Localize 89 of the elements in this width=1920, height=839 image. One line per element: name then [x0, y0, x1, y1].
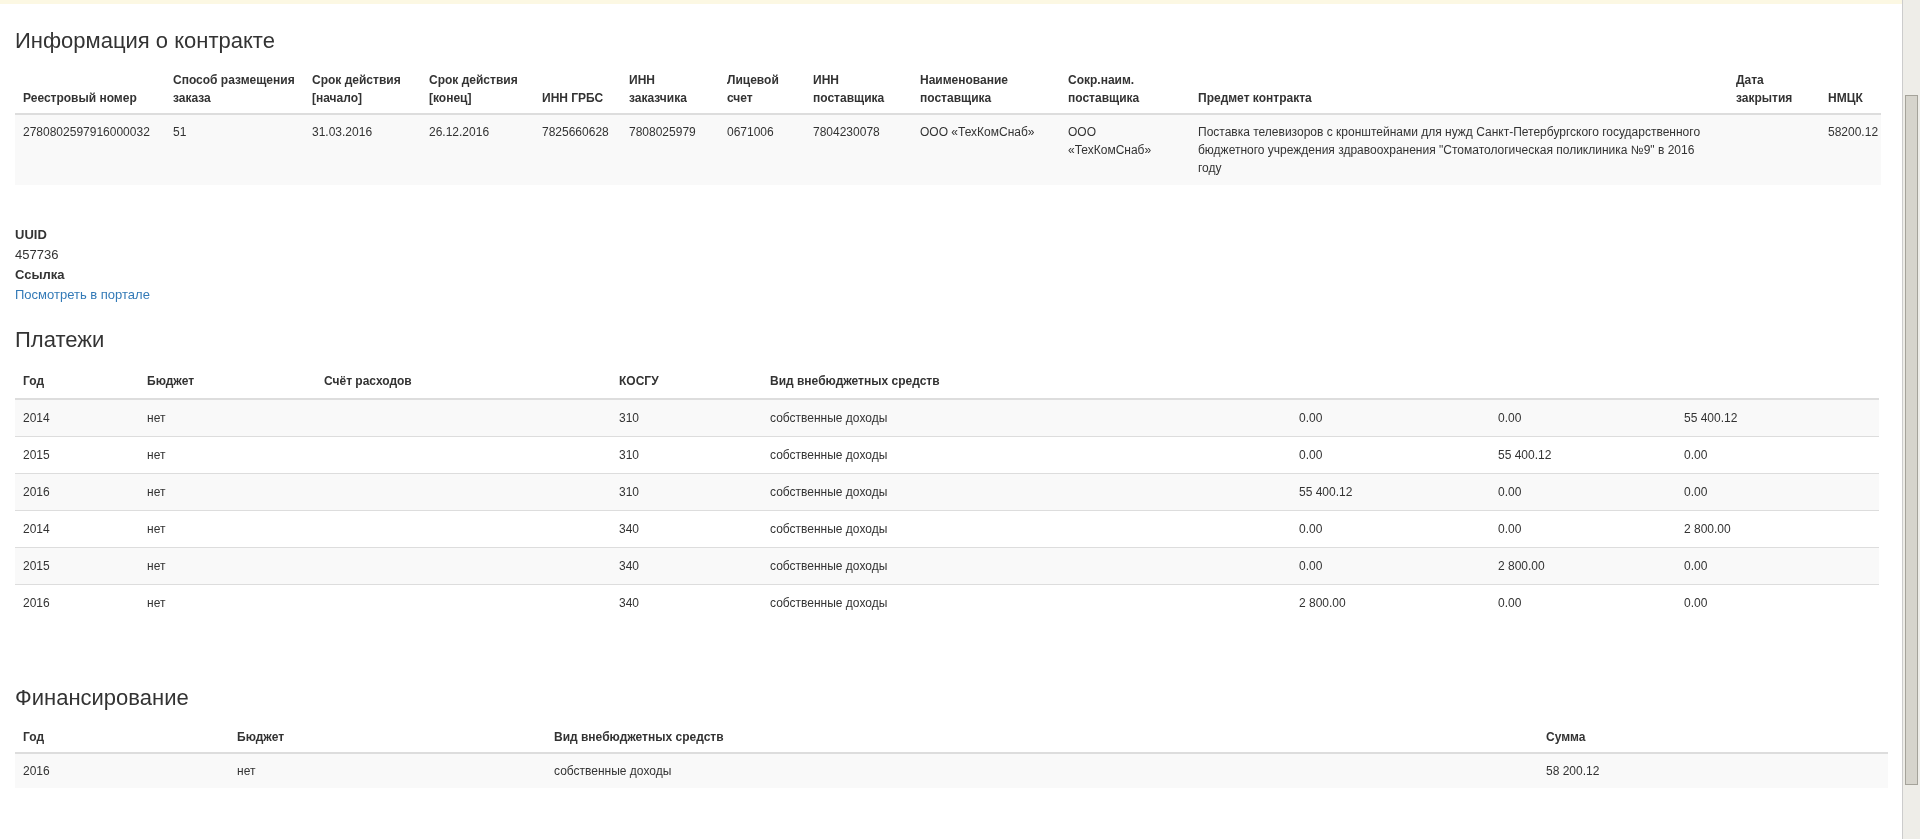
table-cell: собственные доходы: [770, 411, 888, 425]
column-header: Реестровый номер: [23, 91, 137, 105]
table-cell: 0.00: [1299, 448, 1323, 462]
column-header: Счёт расходов: [324, 374, 412, 388]
column-header: Срок действия [начало]: [312, 73, 401, 105]
detail-label: Ссылка: [15, 266, 65, 284]
table-cell: 0.00: [1498, 596, 1522, 610]
portal-link[interactable]: Посмотреть в портале: [15, 285, 150, 305]
table-cell: нет: [147, 522, 166, 536]
table-cell: ООО «ТехКомСнаб»: [920, 125, 1035, 139]
column-header: Вид внебюджетных средств: [770, 374, 940, 388]
table-cell: нет: [147, 485, 166, 499]
column-header: Бюджет: [237, 730, 285, 744]
table-cell: 0.00: [1498, 522, 1522, 536]
column-header: ИНН поставщика: [813, 73, 885, 105]
scrollbar[interactable]: [1902, 0, 1920, 839]
table-cell: нет: [147, 559, 166, 573]
table-cell: 340: [619, 559, 640, 573]
table-cell: 7804230078: [813, 125, 880, 139]
detail-label: UUID: [15, 226, 47, 244]
table-cell: 2014: [23, 522, 50, 536]
table-cell: 7808025979: [629, 125, 696, 139]
table-cell: 2015: [23, 448, 50, 462]
table-cell: 2 800.00: [1299, 596, 1346, 610]
table-cell: 0.00: [1684, 559, 1708, 573]
table-cell: собственные доходы: [770, 559, 888, 573]
table-cell: 0.00: [1498, 485, 1522, 499]
column-header: Сумма: [1546, 730, 1586, 744]
table-cell: 58200.12: [1828, 125, 1879, 139]
column-header: Лицевой счет: [727, 73, 779, 105]
table-cell: 0671006: [727, 125, 774, 139]
table-cell: 0.00: [1684, 596, 1708, 610]
table-cell: 2015: [23, 559, 50, 573]
table-cell: 31.03.2016: [312, 125, 373, 139]
table-cell: собственные доходы: [770, 485, 888, 499]
table-cell: 0.00: [1684, 485, 1708, 499]
table-cell: 2016: [23, 485, 50, 499]
table-cell: 26.12.2016: [429, 125, 490, 139]
section-title: Информация о контракте: [15, 27, 275, 55]
table-cell: ООО «ТехКомСнаб»: [1068, 125, 1152, 157]
table-cell: 55 400.12: [1498, 448, 1552, 462]
column-header: Сокр.наим. поставщика: [1068, 73, 1140, 105]
table-cell: 55 400.12: [1299, 485, 1353, 499]
table-cell: 2 800.00: [1498, 559, 1545, 573]
detail-value: 457736: [15, 246, 59, 264]
column-header: Бюджет: [147, 374, 195, 388]
table-cell: нет: [237, 764, 256, 778]
column-header: Предмет контракта: [1198, 91, 1312, 105]
table-cell: нет: [147, 596, 166, 610]
column-header: ИНН заказчика: [629, 73, 687, 105]
table-cell: 340: [619, 522, 640, 536]
column-header: Вид внебюджетных средств: [554, 730, 724, 744]
table-cell: 2014: [23, 411, 50, 425]
table-cell: 0.00: [1299, 522, 1323, 536]
table-cell: 55 400.12: [1684, 411, 1738, 425]
column-header: ИНН ГРБС: [542, 91, 604, 105]
table-cell: 2780802597916000032: [23, 125, 150, 139]
table-cell: собственные доходы: [770, 448, 888, 462]
table-cell: 2016: [23, 764, 50, 778]
table-cell: 310: [619, 411, 640, 425]
table-cell: собственные доходы: [770, 522, 888, 536]
table-cell: 51: [173, 125, 187, 139]
table-cell: 0.00: [1299, 559, 1323, 573]
column-header: КОСГУ: [619, 374, 659, 388]
table-cell: 340: [619, 596, 640, 610]
table-cell: нет: [147, 448, 166, 462]
table-cell: 7825660628: [542, 125, 609, 139]
table-cell: 0.00: [1498, 411, 1522, 425]
table-cell: 2 800.00: [1684, 522, 1731, 536]
table-cell: собственные доходы: [554, 764, 672, 778]
table-cell: нет: [147, 411, 166, 425]
column-header: НМЦК: [1828, 91, 1863, 105]
column-header: Год: [23, 374, 44, 388]
section-title: Финансирование: [15, 684, 189, 712]
scrollbar-thumb[interactable]: [1905, 95, 1918, 785]
table-cell: 2016: [23, 596, 50, 610]
table-cell: 58 200.12: [1546, 764, 1600, 778]
table-cell: Поставка телевизоров с кронштейнами для нужд Санкт-Петербургского государственного бюджетного учреждения здравоохранения "Стоматологическая поликлиника №9" в 2016 году: [1198, 125, 1701, 175]
table-cell: 310: [619, 448, 640, 462]
column-header: Дата закрытия: [1736, 73, 1793, 105]
section-title: Платежи: [15, 326, 105, 354]
column-header: Способ размещения заказа: [173, 73, 295, 105]
column-header: Срок действия [конец]: [429, 73, 518, 105]
column-header: Год: [23, 730, 44, 744]
table-cell: 310: [619, 485, 640, 499]
table-cell: 0.00: [1684, 448, 1708, 462]
table-cell: собственные доходы: [770, 596, 888, 610]
column-header: Наименование поставщика: [920, 73, 1009, 105]
table-cell: 0.00: [1299, 411, 1323, 425]
